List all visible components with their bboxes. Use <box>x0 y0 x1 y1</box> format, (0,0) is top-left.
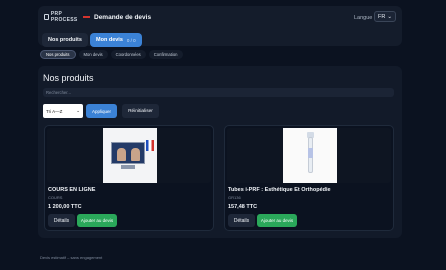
reset-button[interactable]: Réinitialiser <box>122 104 159 118</box>
language-label: Langue <box>354 15 373 21</box>
details-button[interactable]: Détails <box>228 214 255 227</box>
page-title: Nos produits <box>43 73 94 83</box>
screen-shape <box>111 142 145 164</box>
details-button[interactable]: Détails <box>48 214 75 227</box>
product-card: COURS EN LIGNE COURS 1 200,00 TTC Détail… <box>44 125 214 231</box>
product-image-frame <box>47 128 211 183</box>
products-panel: Nos produits Rechercher... Tri A—Z ⌄ App… <box>38 66 402 238</box>
product-card: Tubes i-PRF : Esthétique Et Orthopédie G… <box>224 125 394 231</box>
product-name: COURS EN LIGNE <box>48 187 96 193</box>
tab-confirmation[interactable]: Confirmation <box>148 50 183 59</box>
sort-value: Tri A—Z <box>46 108 63 114</box>
footer-note: Devis estimatif – sans engagement <box>40 255 103 260</box>
search-placeholder: Rechercher... <box>46 90 71 95</box>
brand-logo[interactable]: PRP PROCESS <box>44 11 90 23</box>
tab-contact[interactable]: Coordonnées <box>110 50 146 59</box>
sort-select[interactable]: Tri A—Z ⌄ <box>43 104 83 118</box>
tube-image <box>283 128 337 183</box>
language-value: FR <box>378 13 386 20</box>
add-to-quote-button[interactable]: Ajouter au devis <box>77 214 117 227</box>
product-sku: COURS <box>48 195 63 200</box>
product-image-frame <box>227 128 391 183</box>
chevron-down-icon: ⌄ <box>387 13 392 20</box>
nav-products-button[interactable]: Nos produits <box>42 33 88 47</box>
logo-mark-icon <box>44 14 49 20</box>
app-title: Demande de devis <box>94 14 152 21</box>
person-shape <box>117 148 126 161</box>
screen-stand <box>121 165 135 169</box>
chevron-down-icon: ⌄ <box>76 108 80 113</box>
nav-quote-button[interactable]: Mon devis 0 / 0 <box>90 33 142 47</box>
product-price: 1 200,00 TTC <box>48 204 82 210</box>
search-input[interactable]: Rechercher... <box>43 88 394 97</box>
product-name: Tubes i-PRF : Esthétique Et Orthopédie <box>228 187 331 193</box>
logo-accent <box>82 16 90 18</box>
person-shape <box>131 148 140 161</box>
step-tabs: Nos produits Mon devis Coordonnées Confi… <box>40 50 183 59</box>
apply-button[interactable]: Appliquer <box>86 104 117 118</box>
product-sku: GR136 <box>228 195 241 200</box>
product-price: 157,48 TTC <box>228 204 258 210</box>
online-course-image <box>103 128 157 183</box>
nav-products-label: Nos produits <box>48 37 82 43</box>
tab-quote[interactable]: Mon devis <box>78 50 108 59</box>
language-select[interactable]: FR ⌄ <box>374 11 396 22</box>
app-header: PRP PROCESS Demande de devis Langue FR ⌄… <box>38 6 402 47</box>
add-to-quote-button[interactable]: Ajouter au devis <box>257 214 297 227</box>
tube-label <box>308 148 313 158</box>
quote-count-badge: 0 / 0 <box>126 37 136 43</box>
french-flag-icon <box>146 140 154 151</box>
nav-quote-label: Mon devis <box>96 37 123 43</box>
tab-products[interactable]: Nos produits <box>40 50 76 59</box>
logo-text: PRP PROCESS <box>50 11 78 23</box>
